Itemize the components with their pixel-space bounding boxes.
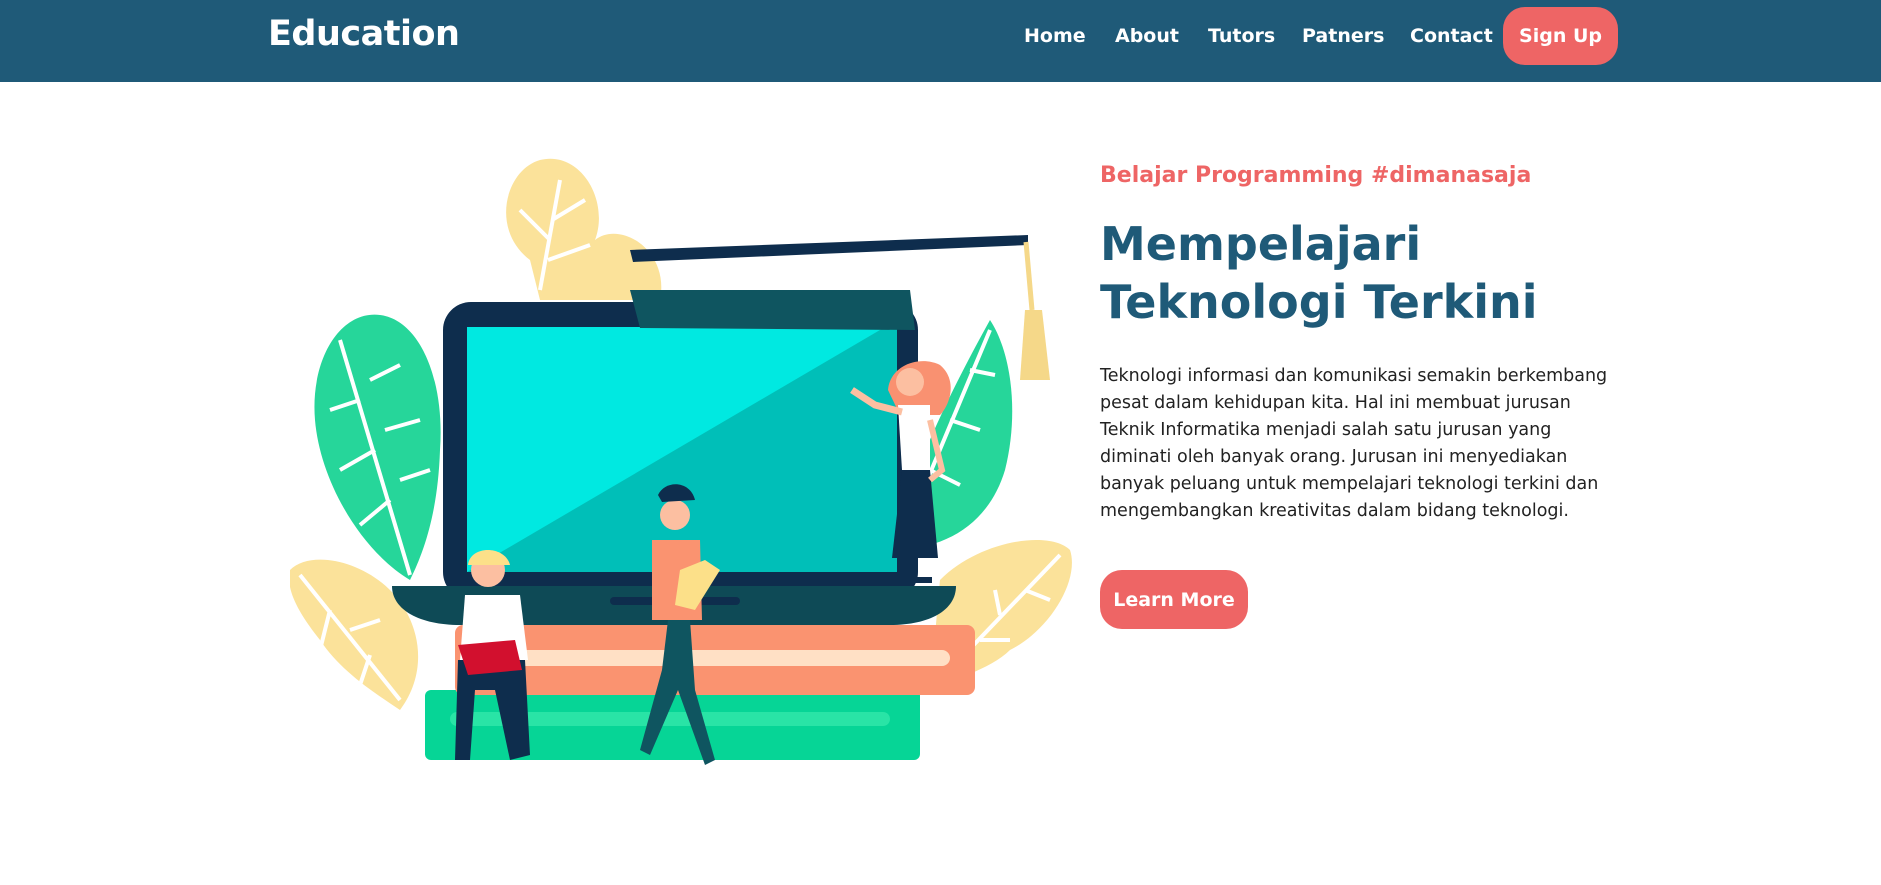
nav-link-about[interactable]: About [1115,25,1179,47]
nav-link-home[interactable]: Home [1024,25,1086,47]
navbar: Education Home About Tutors Patners Cont… [0,0,1881,82]
hero-tagline: Belajar Programming #dimanasaja [1100,163,1532,188]
nav-link-tutors[interactable]: Tutors [1208,25,1275,47]
education-laptop-illustration [290,158,1072,765]
sign-up-button[interactable]: Sign Up [1503,7,1618,65]
nav-link-patners[interactable]: Patners [1302,25,1384,47]
hero-headline-line2: Teknologi Terkini [1100,275,1538,329]
hero-description: Teknologi informasi dan komunikasi semak… [1100,366,1608,521]
hero-headline: Mempelajari Teknologi Terkini [1100,215,1660,331]
brand-logo[interactable]: Education [268,14,460,54]
hero-headline-line1: Mempelajari [1100,217,1422,271]
nav-link-contact[interactable]: Contact [1410,25,1493,47]
yellow-leaf-top [506,158,662,300]
green-leaf-left [314,314,441,580]
learn-more-button[interactable]: Learn More [1100,570,1248,629]
yellow-leaf-left [290,559,419,710]
